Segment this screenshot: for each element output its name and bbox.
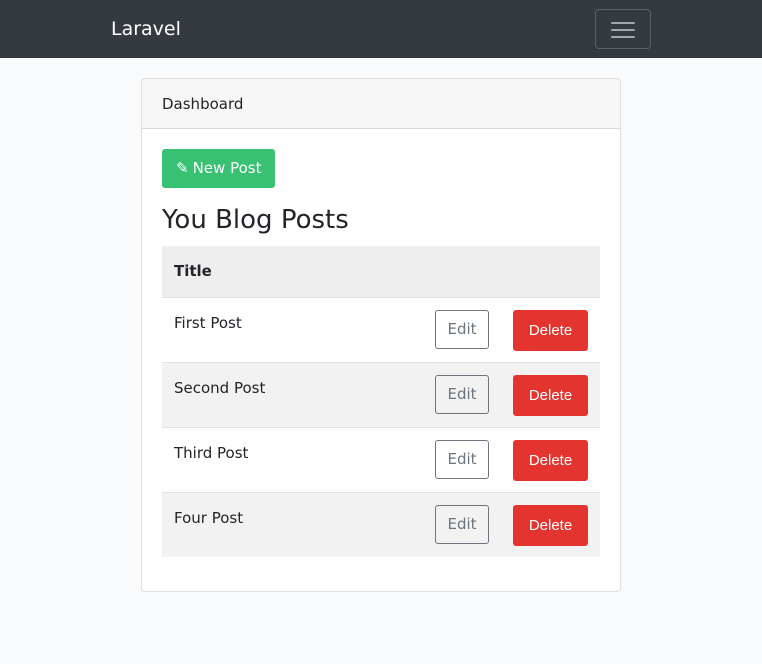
table-row: Four Post Edit Delete bbox=[162, 492, 600, 557]
table-header-row: Title bbox=[162, 246, 600, 297]
new-post-label: New Post bbox=[192, 159, 262, 177]
post-title: First Post bbox=[174, 313, 242, 332]
card-body: ✎ New Post You Blog Posts Title First Pos… bbox=[142, 129, 620, 577]
navbar-toggle-button[interactable] bbox=[595, 9, 651, 49]
card-header: Dashboard bbox=[142, 79, 620, 129]
post-title: Four Post bbox=[174, 508, 244, 527]
navbar-brand[interactable]: Laravel bbox=[111, 16, 181, 42]
table-row: Second Post Edit Delete bbox=[162, 362, 600, 427]
post-title: Third Post bbox=[174, 443, 249, 462]
column-header-title: Title bbox=[174, 262, 212, 281]
top-navbar: Laravel bbox=[0, 0, 762, 58]
delete-button[interactable]: Delete bbox=[513, 374, 588, 416]
edit-button[interactable]: Edit bbox=[435, 374, 489, 414]
table-row: First Post Edit Delete bbox=[162, 297, 600, 362]
post-title: Second Post bbox=[174, 378, 266, 397]
delete-button[interactable]: Delete bbox=[513, 309, 588, 351]
dashboard-card: Dashboard ✎ New Post You Blog Posts Title… bbox=[141, 78, 621, 592]
delete-button[interactable]: Delete bbox=[513, 504, 588, 546]
pencil-icon: ✎ bbox=[176, 159, 189, 177]
page-title: You Blog Posts bbox=[162, 205, 349, 235]
posts-table: Title First Post Edit Delete Second Post… bbox=[162, 246, 600, 557]
table-row: Third Post Edit Delete bbox=[162, 427, 600, 492]
edit-button[interactable]: Edit bbox=[435, 309, 489, 349]
edit-button[interactable]: Edit bbox=[435, 439, 489, 479]
new-post-button[interactable]: ✎ New Post bbox=[162, 149, 276, 188]
hamburger-menu-icon bbox=[611, 20, 635, 40]
edit-button[interactable]: Edit bbox=[435, 504, 489, 544]
delete-button[interactable]: Delete bbox=[513, 439, 588, 481]
